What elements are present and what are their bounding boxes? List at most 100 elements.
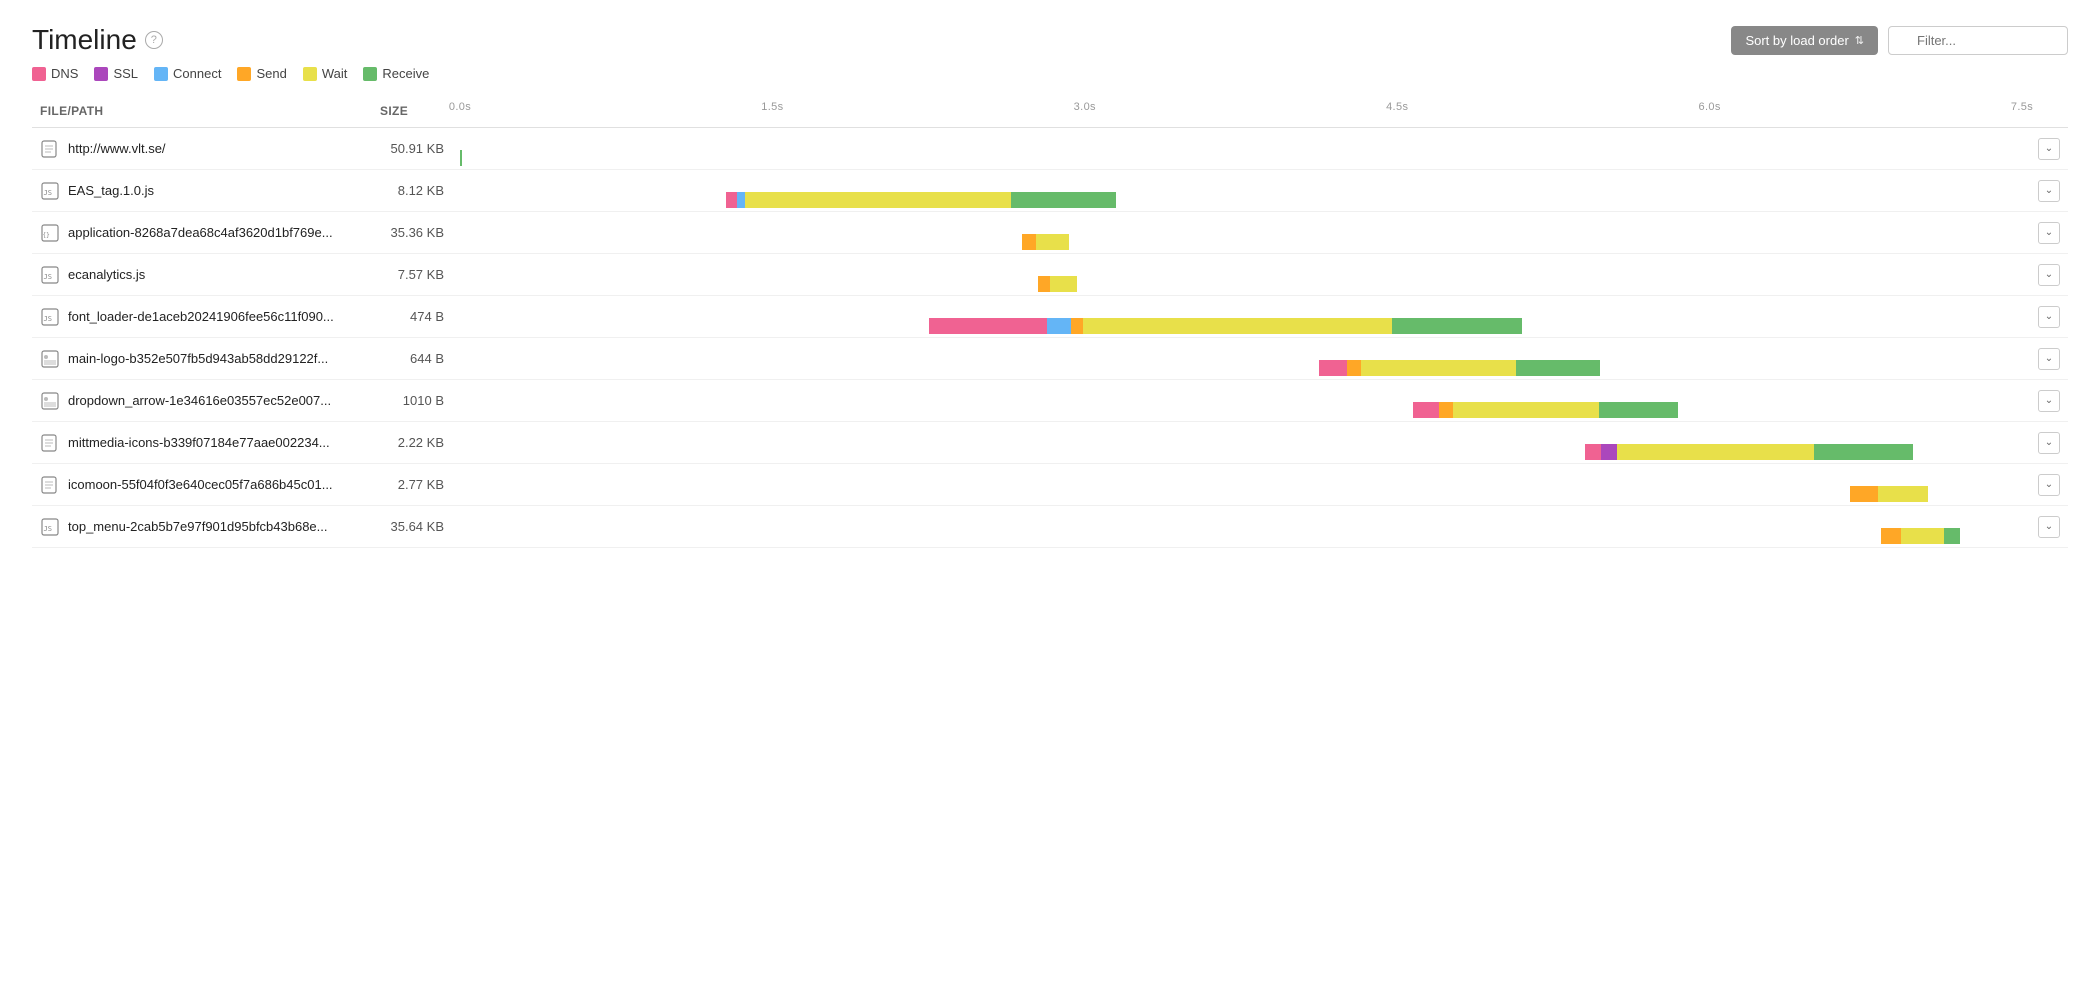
timeline-cell-2 xyxy=(452,212,2030,254)
expand-button-6[interactable]: ⌄ xyxy=(2038,390,2060,412)
expand-button-0[interactable]: ⌄ xyxy=(2038,138,2060,160)
table-row: JS EAS_tag.1.0.js 8.12 KB⌄ xyxy=(32,170,2068,212)
expand-cell-4[interactable]: ⌄ xyxy=(2030,296,2068,338)
expand-button-9[interactable]: ⌄ xyxy=(2038,516,2060,538)
expand-cell-1[interactable]: ⌄ xyxy=(2030,170,2068,212)
expand-button-3[interactable]: ⌄ xyxy=(2038,264,2060,286)
bar-segment-1-0 xyxy=(726,192,738,208)
bar-container-3 xyxy=(460,276,2022,292)
expand-button-2[interactable]: ⌄ xyxy=(2038,222,2060,244)
title-area: Timeline ? xyxy=(32,24,163,56)
time-axis: 0.0s1.5s3.0s4.5s6.0s7.5s xyxy=(460,101,2022,121)
bar-segment-5-1 xyxy=(1347,360,1361,376)
timeline-cell-0 xyxy=(452,128,2030,170)
bar-container-1 xyxy=(460,192,2022,208)
axis-label-0: 0.0s xyxy=(449,101,471,113)
bar-container-0 xyxy=(460,150,2022,166)
sort-button[interactable]: Sort by load order ⇅ xyxy=(1731,26,1878,55)
file-name-9: top_menu-2cab5b7e97f901d95bfcb43b68e... xyxy=(68,519,328,534)
file-cell-2: {} application-8268a7dea68c4af3620d1bf76… xyxy=(32,212,372,254)
svg-text:{}: {} xyxy=(43,232,50,239)
table-row: mittmedia-icons-b339f07184e77aae002234..… xyxy=(32,422,2068,464)
bar-segment-7-2 xyxy=(1617,444,1814,460)
expand-cell-7[interactable]: ⌄ xyxy=(2030,422,2068,464)
bar-container-7 xyxy=(460,444,2022,460)
legend-item-wait: Wait xyxy=(303,66,348,81)
bar-segment-7-0 xyxy=(1585,444,1601,460)
legend-color-ssl xyxy=(94,67,108,81)
js-file-icon: JS xyxy=(40,517,60,537)
bar-segment-7-3 xyxy=(1814,444,1912,460)
legend-label-connect: Connect xyxy=(173,66,221,81)
expand-cell-2[interactable]: ⌄ xyxy=(2030,212,2068,254)
legend-item-send: Send xyxy=(237,66,286,81)
expand-button-1[interactable]: ⌄ xyxy=(2038,180,2060,202)
bar-segment-2-0 xyxy=(1022,234,1036,250)
expand-cell-5[interactable]: ⌄ xyxy=(2030,338,2068,380)
doc-file-icon xyxy=(40,475,60,495)
table-row: JS top_menu-2cab5b7e97f901d95bfcb43b68e.… xyxy=(32,506,2068,548)
legend-item-connect: Connect xyxy=(154,66,221,81)
expand-button-7[interactable]: ⌄ xyxy=(2038,432,2060,454)
expand-cell-3[interactable]: ⌄ xyxy=(2030,254,2068,296)
bar-container-9 xyxy=(460,528,2022,544)
doc-file-icon xyxy=(40,139,60,159)
file-name-0: http://www.vlt.se/ xyxy=(68,141,166,156)
bar-segment-1-1 xyxy=(737,192,745,208)
controls: Sort by load order ⇅ 🔍 xyxy=(1731,26,2068,55)
expand-button-8[interactable]: ⌄ xyxy=(2038,474,2060,496)
legend-label-receive: Receive xyxy=(382,66,429,81)
file-name-7: mittmedia-icons-b339f07184e77aae002234..… xyxy=(68,435,330,450)
size-cell-7: 2.22 KB xyxy=(372,422,452,464)
legend-item-ssl: SSL xyxy=(94,66,138,81)
size-cell-6: 1010 B xyxy=(372,380,452,422)
bar-container-2 xyxy=(460,234,2022,250)
bar-segment-4-3 xyxy=(1083,318,1392,334)
size-cell-8: 2.77 KB xyxy=(372,464,452,506)
file-cell-3: JS ecanalytics.js xyxy=(32,254,372,296)
expand-button-4[interactable]: ⌄ xyxy=(2038,306,2060,328)
file-cell-0: http://www.vlt.se/ xyxy=(32,128,372,170)
bar-segment-9-0 xyxy=(1881,528,1901,544)
axis-label-3: 4.5s xyxy=(1386,101,1408,113)
bar-segment-4-4 xyxy=(1392,318,1523,334)
bar-segment-8-1 xyxy=(1878,486,1929,502)
axis-label-1: 1.5s xyxy=(761,101,783,113)
expand-cell-9[interactable]: ⌄ xyxy=(2030,506,2068,548)
bar-segment-1-3 xyxy=(1011,192,1116,208)
legend-color-connect xyxy=(154,67,168,81)
bar-segment-1-2 xyxy=(745,192,1011,208)
page-title: Timeline xyxy=(32,24,137,56)
bar-segment-6-1 xyxy=(1439,402,1452,418)
legend-color-send xyxy=(237,67,251,81)
expand-cell-6[interactable]: ⌄ xyxy=(2030,380,2068,422)
file-cell-8: icomoon-55f04f0f3e640cec05f7a686b45c01..… xyxy=(32,464,372,506)
file-cell-9: JS top_menu-2cab5b7e97f901d95bfcb43b68e.… xyxy=(32,506,372,548)
page: Timeline ? Sort by load order ⇅ 🔍 DNS SS… xyxy=(0,0,2100,572)
timeline-cell-1 xyxy=(452,170,2030,212)
col-timeline-header: 0.0s1.5s3.0s4.5s6.0s7.5s xyxy=(452,95,2030,128)
bar-segment-2-1 xyxy=(1036,234,1069,250)
file-cell-7: mittmedia-icons-b339f07184e77aae002234..… xyxy=(32,422,372,464)
bar-segment-4-2 xyxy=(1071,318,1083,334)
bar-container-5 xyxy=(460,360,2022,376)
table-header-row: FILE/PATH SIZE 0.0s1.5s3.0s4.5s6.0s7.5s xyxy=(32,95,2068,128)
header-row: Timeline ? Sort by load order ⇅ 🔍 xyxy=(32,24,2068,56)
help-icon[interactable]: ? xyxy=(145,31,163,49)
file-name-2: application-8268a7dea68c4af3620d1bf769e.… xyxy=(68,225,333,240)
file-name-6: dropdown_arrow-1e34616e03557ec52e007... xyxy=(68,393,331,408)
expand-cell-0[interactable]: ⌄ xyxy=(2030,128,2068,170)
expand-button-5[interactable]: ⌄ xyxy=(2038,348,2060,370)
js-file-icon: JS xyxy=(40,307,60,327)
size-cell-0: 50.91 KB xyxy=(372,128,452,170)
timeline-cell-6 xyxy=(452,380,2030,422)
bar-segment-4-1 xyxy=(1047,318,1071,334)
timeline-cell-7 xyxy=(452,422,2030,464)
col-size-header: SIZE xyxy=(372,95,452,128)
timeline-cell-9 xyxy=(452,506,2030,548)
expand-cell-8[interactable]: ⌄ xyxy=(2030,464,2068,506)
file-name-5: main-logo-b352e507fb5d943ab58dd29122f... xyxy=(68,351,328,366)
filter-input[interactable] xyxy=(1888,26,2068,55)
bar-segment-4-0 xyxy=(929,318,1048,334)
table-row: http://www.vlt.se/ 50.91 KB ⌄ xyxy=(32,128,2068,170)
